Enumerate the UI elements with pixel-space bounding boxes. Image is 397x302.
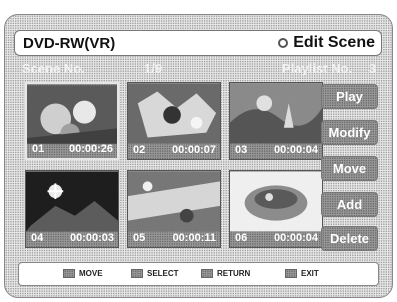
scene-thumbnail-4[interactable]: 04 00:00:03 [25,170,119,248]
scene-number: 01 [32,143,45,155]
scene-duration: 00:00:04 [273,232,318,244]
scene-thumbnail-3[interactable]: 03 00:00:04 [229,82,323,160]
scene-number-label: Scene No. [22,61,85,76]
scene-duration: 00:00:11 [172,232,216,244]
add-button[interactable]: Add [321,192,378,217]
scene-duration: 00:00:03 [69,232,114,244]
mode-title: Edit Scene [278,34,375,52]
info-row: Scene No. 1/9 Playlist No. 3 [14,61,386,79]
move-key-icon [63,269,75,278]
scene-thumbnail-6[interactable]: 06 00:00:04 [229,170,323,248]
scene-number: 02 [133,144,146,156]
legend-move-label: MOVE [79,269,103,278]
scene-number: 05 [133,232,146,244]
return-key-icon [201,269,213,278]
scene-labels: 04 00:00:03 [26,230,118,247]
legend-select: SELECT [131,269,179,278]
playlist-number-label: Playlist No. [282,61,353,76]
scene-thumbnail-1[interactable]: 01 00:00:26 [25,82,119,160]
scene-duration: 00:00:07 [171,144,216,156]
mode-title-text: Edit Scene [293,34,375,51]
move-button[interactable]: Move [321,156,378,181]
scene-duration: 00:00:26 [68,143,113,155]
scene-labels: 03 00:00:04 [230,142,322,159]
legend-move: MOVE [63,269,103,278]
scene-image-5 [128,171,220,232]
disc-icon [278,38,289,48]
legend-select-label: SELECT [147,269,179,278]
scene-labels: 01 00:00:26 [27,141,117,158]
scene-thumbnail-2[interactable]: 02 00:00:07 [127,82,221,160]
app-title: DVD-RW(VR) [23,35,116,52]
scene-image-4 [26,171,118,232]
scene-number: 06 [235,232,248,244]
title-bar: DVD-RW(VR) Edit Scene [14,30,382,56]
scene-image-3 [230,83,322,144]
scene-image-2 [128,83,220,144]
exit-key-icon [285,269,297,278]
legend-exit: EXIT [285,269,319,278]
scene-labels: 05 00:00:11 [128,230,220,247]
scene-image-1 [27,85,117,144]
scene-labels: 02 00:00:07 [128,142,220,159]
delete-button[interactable]: Delete [321,226,378,251]
scene-index: 1/9 [144,61,163,76]
legend-return: RETURN [201,269,250,278]
legend-return-label: RETURN [217,269,251,278]
scene-image-6 [230,171,322,232]
modify-button[interactable]: Modify [321,120,378,145]
scene-number: 03 [235,144,248,156]
play-button[interactable]: Play [321,84,378,109]
scene-duration: 00:00:04 [273,144,318,156]
select-key-icon [131,269,143,278]
scene-labels: 06 00:00:04 [230,230,322,247]
scene-thumbnail-5[interactable]: 05 00:00:11 [127,170,221,248]
scene-number: 04 [31,232,44,244]
playlist-number: 3 [369,61,377,76]
key-legend: MOVE SELECT RETURN EXIT [18,262,379,286]
legend-exit-label: EXIT [301,269,319,278]
